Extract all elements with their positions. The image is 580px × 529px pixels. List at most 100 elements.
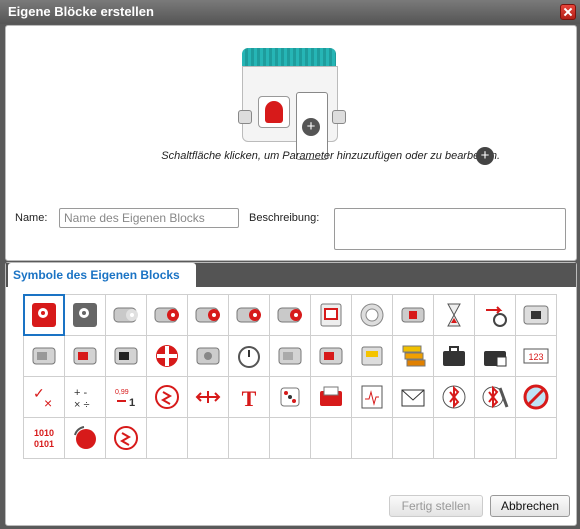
symbol-cell-briefcase[interactable] bbox=[433, 335, 475, 377]
symbol-cell-brick-buttons[interactable] bbox=[187, 335, 229, 377]
symbol-cell-infrared-sensor[interactable] bbox=[105, 335, 147, 377]
file-access-icon bbox=[316, 382, 346, 412]
add-parameter-button[interactable]: + bbox=[476, 147, 494, 165]
head-gear-gray-icon bbox=[70, 300, 100, 330]
svg-text:123: 123 bbox=[528, 352, 543, 362]
energy-meter-icon bbox=[357, 341, 387, 371]
ultrasonic-sensor-icon bbox=[275, 341, 305, 371]
symbol-cell-timer-hourglass[interactable] bbox=[433, 294, 475, 336]
tab-symbols[interactable]: Symbole des Eigenen Blocks bbox=[8, 263, 196, 287]
symbol-cell-sound[interactable] bbox=[351, 294, 393, 336]
symbol-cell-data-logging[interactable] bbox=[351, 376, 393, 418]
symbol-cell-random-dice[interactable] bbox=[269, 376, 311, 418]
symbol-cell-brick-status-light[interactable] bbox=[392, 294, 434, 336]
symbol-cell-stopwatch[interactable] bbox=[228, 335, 270, 377]
symbol-cell-compare-wave[interactable] bbox=[146, 376, 188, 418]
timer-hourglass-icon bbox=[439, 300, 469, 330]
rotation-reset-icon bbox=[70, 423, 100, 453]
touch-sensor-icon bbox=[29, 341, 59, 371]
display-icon bbox=[316, 300, 346, 330]
cancel-button[interactable]: Abbrechen bbox=[490, 495, 570, 517]
block-editor-panel: + Schaltfläche klicken, um Parameter hin… bbox=[5, 25, 577, 261]
svg-text:× ÷: × ÷ bbox=[74, 399, 90, 411]
symbol-cell-ultrasonic-sensor[interactable] bbox=[269, 335, 311, 377]
symbol-cell-math-operations[interactable]: + - × ÷ bbox=[64, 376, 106, 418]
symbol-cell-text-T[interactable]: T bbox=[228, 376, 270, 418]
symbol-cell-no-wifi[interactable] bbox=[515, 376, 557, 418]
symbol-cell-empty bbox=[474, 417, 516, 459]
parameter-hint: Schaltfläche klicken, um Parameter hinzu… bbox=[161, 150, 500, 162]
description-input[interactable] bbox=[334, 208, 566, 250]
symbol-cell-compare-wave-2[interactable] bbox=[105, 417, 147, 459]
motor-rotation-icon bbox=[316, 341, 346, 371]
finish-button[interactable]: Fertig stellen bbox=[389, 495, 483, 517]
input-connector-icon bbox=[238, 110, 252, 124]
symbol-cell-large-motor[interactable] bbox=[105, 294, 147, 336]
head-gear-red-icon bbox=[29, 300, 59, 330]
symbols-panel: Symbole des Eigenen Blocks 123 ✓ × + - × ÷ 0,… bbox=[5, 262, 577, 526]
brick-status-light-icon bbox=[398, 300, 428, 330]
svg-text:×: × bbox=[44, 395, 52, 411]
random-dice-icon bbox=[275, 382, 305, 412]
dialog-title: Eigene Blöcke erstellen bbox=[8, 4, 154, 19]
symbol-cell-file-access[interactable] bbox=[310, 376, 352, 418]
bluetooth-icon bbox=[439, 382, 469, 412]
text-T-icon: T bbox=[234, 382, 264, 412]
logic-operations-icon: ✓ × bbox=[29, 382, 59, 412]
symbol-cell-stop-block[interactable] bbox=[515, 294, 557, 336]
symbol-cell-bluetooth[interactable] bbox=[433, 376, 475, 418]
symbol-cell-rotation-reset[interactable] bbox=[64, 417, 106, 459]
svg-text:T: T bbox=[242, 386, 257, 411]
symbol-cell-touch-sensor[interactable] bbox=[23, 335, 65, 377]
symbol-cell-color-sensor[interactable] bbox=[64, 335, 106, 377]
svg-text:✓: ✓ bbox=[33, 385, 45, 401]
symbol-cell-move-tank[interactable] bbox=[228, 294, 270, 336]
symbol-cell-briefcase-lock[interactable] bbox=[474, 335, 516, 377]
numbers-123-icon: 123 bbox=[521, 341, 551, 371]
binary-1010-icon: 1010 0101 bbox=[29, 423, 59, 453]
symbol-cell-gyro-sensor[interactable] bbox=[146, 335, 188, 377]
large-motor-icon bbox=[111, 300, 141, 330]
symbol-cell-empty bbox=[146, 417, 188, 459]
svg-text:+ -: + - bbox=[74, 387, 87, 399]
symbol-cell-energy-meter[interactable] bbox=[351, 335, 393, 377]
tank-motors-icon bbox=[275, 300, 305, 330]
symbol-cell-motor-rotation[interactable] bbox=[310, 335, 352, 377]
symbol-cell-move-steering[interactable] bbox=[187, 294, 229, 336]
symbol-cell-loop-interrupt[interactable] bbox=[474, 294, 516, 336]
compare-wave-icon bbox=[152, 382, 182, 412]
symbol-cell-binary-1010[interactable]: 1010 0101 bbox=[23, 417, 65, 459]
symbol-cell-tank-motors[interactable] bbox=[269, 294, 311, 336]
symbol-cell-numbers-123[interactable]: 123 bbox=[515, 335, 557, 377]
symbol-cell-bluetooth-wrench[interactable] bbox=[474, 376, 516, 418]
tab-symbols-label: Symbole des Eigenen Blocks bbox=[13, 268, 180, 282]
messaging-envelope-icon bbox=[398, 382, 428, 412]
symbol-grid: 123 ✓ × + - × ÷ 0,99 1 T 1010 0101 bbox=[23, 294, 562, 459]
name-input[interactable] bbox=[59, 208, 239, 228]
symbol-cell-head-gear-gray[interactable] bbox=[64, 294, 106, 336]
symbol-cell-round-operation[interactable]: 0,99 1 bbox=[105, 376, 147, 418]
data-stack-icon bbox=[398, 341, 428, 371]
symbol-cell-range-operation[interactable] bbox=[187, 376, 229, 418]
block-preview: + bbox=[238, 48, 346, 160]
infrared-sensor-icon bbox=[111, 341, 141, 371]
sound-icon bbox=[357, 300, 387, 330]
symbol-cell-logic-operations[interactable]: ✓ × bbox=[23, 376, 65, 418]
symbol-cell-display[interactable] bbox=[310, 294, 352, 336]
custom-block-dialog: Eigene Blöcke erstellen + Schaltfläche k… bbox=[0, 0, 580, 529]
symbol-cell-empty bbox=[433, 417, 475, 459]
symbol-cell-empty bbox=[515, 417, 557, 459]
symbol-cell-data-stack[interactable] bbox=[392, 335, 434, 377]
symbol-cell-messaging-envelope[interactable] bbox=[392, 376, 434, 418]
color-sensor-icon bbox=[70, 341, 100, 371]
output-connector-icon bbox=[332, 110, 346, 124]
close-icon[interactable] bbox=[560, 4, 576, 20]
symbol-cell-head-gear-red[interactable] bbox=[23, 294, 65, 336]
loop-interrupt-icon bbox=[480, 300, 510, 330]
symbol-cell-empty bbox=[351, 417, 393, 459]
no-wifi-icon bbox=[521, 382, 551, 412]
add-parameter-icon[interactable]: + bbox=[302, 118, 320, 136]
bluetooth-wrench-icon bbox=[480, 382, 510, 412]
math-operations-icon: + - × ÷ bbox=[70, 382, 100, 412]
symbol-cell-medium-motor[interactable] bbox=[146, 294, 188, 336]
